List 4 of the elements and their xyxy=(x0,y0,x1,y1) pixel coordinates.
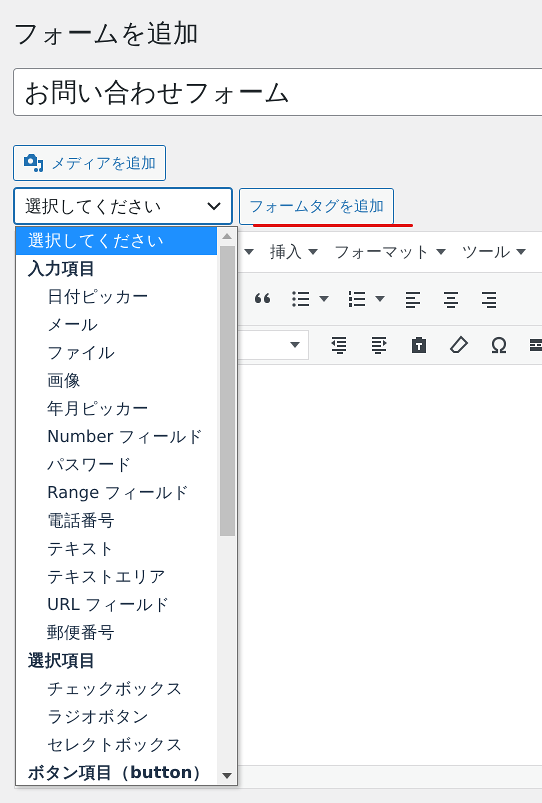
option-group-label: 選択項目 xyxy=(27,650,97,672)
option-group-label: ボタン項目（button） xyxy=(27,762,210,784)
option-group-label: 入力項目 xyxy=(26,258,97,280)
page-title: フォームを追加 xyxy=(13,18,200,51)
